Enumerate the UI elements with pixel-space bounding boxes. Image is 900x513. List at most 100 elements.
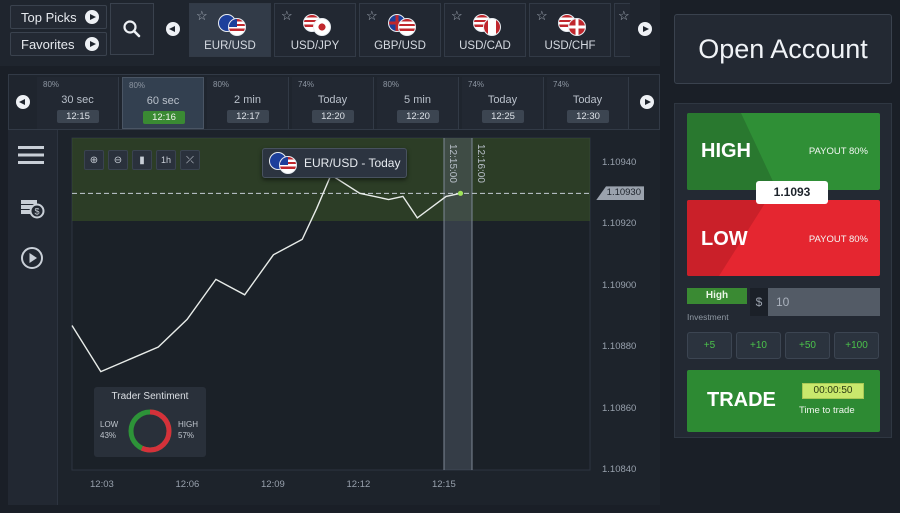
expiry-marker-start: 12:15:00 xyxy=(447,144,458,183)
y-tick-label: 1.10940 xyxy=(602,156,637,168)
expiry-duration: 5 min xyxy=(404,94,431,106)
countdown-timer: 00:00:50 xyxy=(802,383,864,399)
expiry-duration: 30 sec xyxy=(61,94,94,106)
usdjpy-flags-icon xyxy=(303,14,333,36)
expiry-prev-icon[interactable] xyxy=(16,95,30,109)
asset-name: EUR/USD xyxy=(204,40,256,52)
high-label: HIGH xyxy=(701,140,751,162)
y-tick-label: 1.10900 xyxy=(602,279,637,291)
add-5-button[interactable]: +5 xyxy=(687,332,732,359)
asset-tab-eurusd[interactable]: ☆ EUR/USD xyxy=(189,3,271,57)
expiry-time: 12:17 xyxy=(227,110,269,123)
y-tick-label: 1.10840 xyxy=(602,464,637,475)
expiry-marker-end: 12:16:00 xyxy=(475,144,486,183)
expiry-duration: Today xyxy=(317,94,348,106)
sentiment-high-label: HIGH xyxy=(178,420,198,429)
asset-name: USD/JPY xyxy=(290,40,340,52)
zoom-in-icon[interactable]: ⊕ xyxy=(84,150,104,170)
last-price-point xyxy=(457,190,464,196)
expiry-time: 12:25 xyxy=(482,110,524,123)
assets-next-icon[interactable] xyxy=(638,22,652,36)
timeframe-icon[interactable]: 1h xyxy=(156,150,176,170)
expiry-tab-today-1230[interactable]: 74% Today 12:30 xyxy=(547,77,629,129)
y-tick-label: 1.10920 xyxy=(602,218,637,230)
svg-text:$: $ xyxy=(34,207,39,217)
add-100-button[interactable]: +100 xyxy=(834,332,879,359)
star-icon[interactable]: ☆ xyxy=(618,8,630,24)
expiry-tab-60sec[interactable]: 80% 60 sec 12:16 xyxy=(122,77,204,129)
expiry-time: 12:16 xyxy=(143,111,185,124)
high-button[interactable]: HIGH PAYOUT 80% xyxy=(687,113,880,190)
y-tick-label: 1.10880 xyxy=(602,341,637,353)
usdchf-flags-icon xyxy=(558,14,588,36)
add-10-button[interactable]: +10 xyxy=(736,332,781,359)
expiry-duration: 60 sec xyxy=(146,95,180,107)
play-icon xyxy=(85,10,99,24)
chart-type-icon[interactable]: ⤫ xyxy=(180,150,200,170)
expiry-payout: 80% xyxy=(383,80,400,89)
asset-chip[interactable]: EUR/USD - Today xyxy=(262,148,407,178)
high-payout: PAYOUT 80% xyxy=(808,146,868,157)
expiry-tab-2min[interactable]: 80% 2 min 12:17 xyxy=(207,77,289,129)
usdcad-flags-icon xyxy=(473,14,503,36)
expiry-time: 12:20 xyxy=(397,110,439,123)
price-chart[interactable]: ⊕ ⊖ ▮ 1h ⤫ EUR/USD - Today 12:15:00 12:1… xyxy=(58,130,660,505)
search-icon xyxy=(123,20,141,38)
favorites-button[interactable]: Favorites xyxy=(10,32,107,56)
expiry-tab-today-1225[interactable]: 74% Today 12:25 xyxy=(462,77,544,129)
x-tick-label: 12:09 xyxy=(261,479,285,490)
investment-amount-input[interactable] xyxy=(768,288,880,316)
trade-mode-badge[interactable]: High xyxy=(687,288,747,304)
sentiment-donut xyxy=(128,409,172,453)
expiry-payout: 80% xyxy=(213,80,230,89)
money-stack-icon[interactable]: $ xyxy=(19,194,45,220)
star-icon[interactable]: ☆ xyxy=(196,8,208,24)
eurusd-flags-icon xyxy=(269,152,299,174)
star-icon[interactable]: ☆ xyxy=(366,8,378,24)
asset-tab-partial[interactable]: ☆ xyxy=(614,3,630,57)
star-icon[interactable]: ☆ xyxy=(281,8,293,24)
asset-name: USD/CHF xyxy=(544,40,596,52)
expiry-tab-5min[interactable]: 80% 5 min 12:20 xyxy=(377,77,459,129)
expiry-duration: Today xyxy=(572,94,603,106)
expiry-zone xyxy=(444,138,472,470)
expiry-next-icon[interactable] xyxy=(640,95,654,109)
low-button[interactable]: LOW PAYOUT 80% xyxy=(687,200,880,276)
trader-sentiment-widget: Trader Sentiment LOW 43% HIGH 57% xyxy=(94,387,206,457)
y-tick-label: 1.10860 xyxy=(602,402,637,414)
expiry-duration: 2 min xyxy=(234,94,261,106)
expiry-payout: 74% xyxy=(553,80,570,89)
trade-panel: HIGH PAYOUT 80% LOW PAYOUT 80% 1.1093 Hi… xyxy=(674,103,892,438)
search-button[interactable] xyxy=(110,3,154,55)
sentiment-high-pct: 57% xyxy=(178,431,195,440)
play-circle-icon[interactable] xyxy=(20,246,44,270)
asset-tab-usdchf[interactable]: ☆ USD/CHF xyxy=(529,3,611,57)
menu-icon[interactable] xyxy=(18,145,44,165)
expiry-payout: 74% xyxy=(468,80,485,89)
low-payout: PAYOUT 80% xyxy=(808,234,868,245)
expiry-time: 12:15 xyxy=(57,110,99,123)
expiry-tab-today-1220[interactable]: 74% Today 12:20 xyxy=(292,77,374,129)
open-account-button[interactable]: Open Account xyxy=(674,14,892,84)
add-50-button[interactable]: +50 xyxy=(785,332,830,359)
asset-tab-gbpusd[interactable]: ☆ GBP/USD xyxy=(359,3,441,57)
asset-name: GBP/USD xyxy=(374,40,426,52)
asset-tab-usdcad[interactable]: ☆ USD/CAD xyxy=(444,3,526,57)
top-picks-button[interactable]: Top Picks xyxy=(10,5,107,29)
trade-button[interactable]: TRADE 00:00:50 Time to trade xyxy=(687,370,880,432)
expiry-tab-30sec[interactable]: 80% 30 sec 12:15 xyxy=(37,77,119,129)
asset-bar: Top Picks Favorites ☆ EUR/USD ☆ USD/JPY … xyxy=(0,0,660,66)
sentiment-title: Trader Sentiment xyxy=(111,391,189,402)
chart-sidebar: $ xyxy=(8,130,58,505)
assets-prev-icon[interactable] xyxy=(166,22,180,36)
bar-chart-icon[interactable]: ▮ xyxy=(132,150,152,170)
investment-label: Investment xyxy=(687,312,729,322)
asset-tab-usdjpy[interactable]: ☆ USD/JPY xyxy=(274,3,356,57)
sentiment-low-pct: 43% xyxy=(100,431,117,440)
star-icon[interactable]: ☆ xyxy=(536,8,548,24)
sentiment-low-label: LOW xyxy=(100,420,119,429)
zoom-out-icon[interactable]: ⊖ xyxy=(108,150,128,170)
star-icon[interactable]: ☆ xyxy=(451,8,463,24)
time-to-trade-label: Time to trade xyxy=(799,405,855,416)
top-picks-label: Top Picks xyxy=(21,9,77,25)
